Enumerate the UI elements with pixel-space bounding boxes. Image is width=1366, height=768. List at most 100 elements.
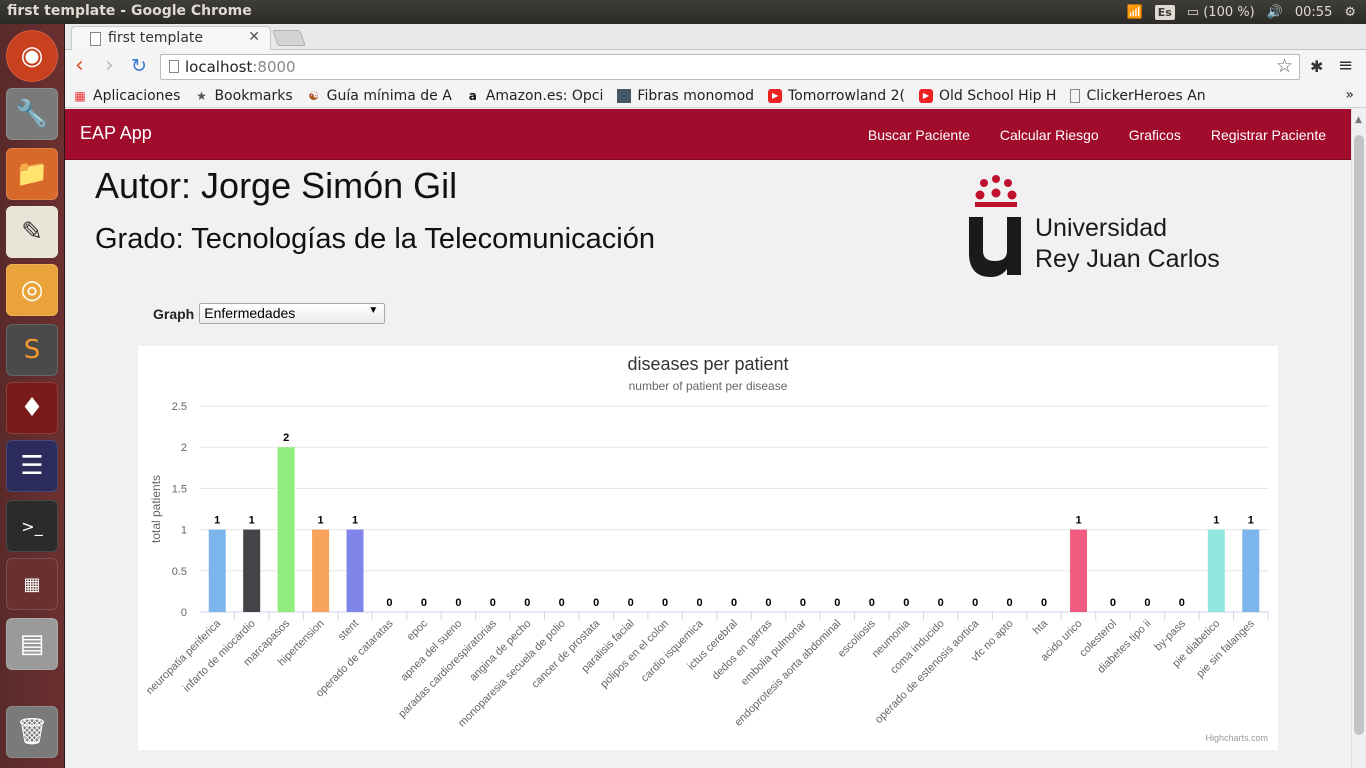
close-icon[interactable]: ✕ <box>248 29 260 45</box>
ubuntu-dash-icon[interactable]: ◉ <box>6 30 58 82</box>
battery-indicator[interactable]: ▭ (100 %) <box>1187 5 1255 20</box>
data-label: 0 <box>524 597 530 609</box>
terminal-icon[interactable]: >_ <box>6 500 58 552</box>
bookmark-item[interactable]: ▶ Old School Hip H <box>919 88 1056 104</box>
wifi-icon[interactable]: 📶 <box>1127 5 1143 20</box>
bookmark-label: Guía mínima de A <box>326 87 452 104</box>
gear-icon[interactable]: ⚙ <box>1344 5 1356 20</box>
nav-graficos[interactable]: Graficos <box>1114 127 1196 143</box>
data-label: 0 <box>903 597 909 609</box>
bookmarks-overflow-button[interactable]: » <box>1345 87 1354 103</box>
scrollbar-thumb[interactable] <box>1354 135 1364 735</box>
data-label: 0 <box>1110 597 1116 609</box>
bookmark-item[interactable]: ☯ Guía mínima de A <box>307 88 452 104</box>
url-host: localhost <box>185 58 253 76</box>
data-label: 1 <box>1248 515 1254 527</box>
chart-credits: Highcharts.com <box>1205 733 1268 743</box>
tab-title: first template <box>108 30 204 46</box>
y-tick-label: 2.5 <box>172 401 187 413</box>
ruby-app-icon[interactable]: ♦ <box>6 382 58 434</box>
system-settings-icon[interactable]: 🔧 <box>6 88 58 140</box>
nav-buscar-paciente[interactable]: Buscar Paciente <box>853 127 985 143</box>
eclipse-icon[interactable]: ☰ <box>6 440 58 492</box>
os-top-panel: first template - Google Chrome 📶 Es ▭ (1… <box>0 0 1366 24</box>
scroll-up-arrow-icon[interactable]: ▲ <box>1355 115 1362 125</box>
data-label: 0 <box>869 597 875 609</box>
image-site-icon <box>617 88 632 103</box>
graph-type-select[interactable]: Enfermedades ▼ <box>199 303 386 324</box>
text-editor-icon[interactable]: ✎ <box>6 206 58 258</box>
data-label: 0 <box>938 597 944 609</box>
back-arrow-icon[interactable]: ‹ <box>75 54 84 78</box>
bookmark-item[interactable]: a Amazon.es: Opci <box>466 88 604 104</box>
youtube-icon: ▶ <box>919 88 933 103</box>
x-tick-label: cardio isquemica <box>639 617 706 684</box>
data-label: 1 <box>352 515 358 527</box>
hamburger-menu-icon[interactable]: ≡ <box>1338 55 1353 76</box>
bar-chart: diseases per patient number of patient pe… <box>144 354 1269 743</box>
sublime-text-icon[interactable]: S <box>6 324 58 376</box>
files-folder-icon[interactable]: 📁 <box>6 148 58 200</box>
bar <box>346 529 364 612</box>
y-tick-label: 2 <box>181 442 187 454</box>
y-tick-label: 1.5 <box>172 483 187 495</box>
battery-icon: ▭ <box>1186 4 1200 20</box>
bar <box>1242 529 1260 612</box>
bookmark-item[interactable]: ★ Bookmarks <box>194 88 293 104</box>
volume-icon[interactable]: 🔊 <box>1267 5 1283 20</box>
disk-drive-icon[interactable]: ▤ <box>6 618 58 670</box>
data-label: 0 <box>696 597 702 609</box>
page-icon <box>169 60 179 73</box>
data-label: 0 <box>593 597 599 609</box>
bookmark-item[interactable]: Fibras monomod <box>617 88 754 104</box>
bookmark-item[interactable]: ▦ Aplicaciones <box>73 88 180 104</box>
x-tick-label: apnea del sueno <box>398 618 464 684</box>
bookmark-item[interactable]: ▶ Tomorrowland 2( <box>768 88 905 104</box>
reload-icon[interactable]: ↻ <box>131 54 147 78</box>
workspace-switcher-icon[interactable]: ▦ <box>6 558 58 610</box>
nav-calcular-riesgo[interactable]: Calcular Riesgo <box>985 127 1114 143</box>
data-label: 0 <box>628 597 634 609</box>
new-tab-button[interactable] <box>272 30 306 46</box>
chrome-icon[interactable]: ◎ <box>6 264 58 316</box>
bookmark-item[interactable]: ClickerHeroes An <box>1070 88 1206 104</box>
browser-window: first template ✕ ‹ › ↻ localhost:8000 ☆ … <box>65 24 1366 768</box>
degree-heading: Grado: Tecnologías de la Telecomunicació… <box>95 223 655 255</box>
clock[interactable]: 00:55 <box>1295 5 1332 20</box>
chart-container: diseases per patient number of patient pe… <box>138 346 1278 750</box>
bar <box>312 529 330 612</box>
bookmark-label: Amazon.es: Opci <box>485 87 604 104</box>
x-tick-label: dedos en garras <box>710 617 775 682</box>
bookmark-label: Fibras monomod <box>637 87 755 104</box>
data-label: 2 <box>283 432 289 444</box>
nav-registrar-paciente[interactable]: Registrar Paciente <box>1196 127 1341 143</box>
caret-down-icon: ▼ <box>368 305 379 316</box>
bookmark-star-icon[interactable]: ☆ <box>1276 55 1293 77</box>
app-brand[interactable]: EAP App <box>80 123 152 144</box>
keyboard-layout-indicator[interactable]: Es <box>1154 4 1175 20</box>
battery-percentage: (100 %) <box>1203 4 1255 20</box>
bar <box>243 529 261 612</box>
browser-toolbar: ‹ › ↻ localhost:8000 ☆ ✱ ≡ <box>65 50 1366 84</box>
bookmark-site-icon: ☯ <box>308 88 320 103</box>
trash-icon[interactable]: 🗑 <box>6 706 58 758</box>
bar <box>1207 529 1225 612</box>
chart-subtitle: number of patient per disease <box>629 379 788 393</box>
x-tick-label: epoc <box>405 617 431 643</box>
x-tick-label: angina de pecho <box>467 618 533 684</box>
author-heading: Autor: Jorge Simón Gil <box>95 165 458 206</box>
address-bar[interactable]: localhost:8000 ☆ <box>160 54 1300 80</box>
forward-arrow-icon[interactable]: › <box>105 54 114 78</box>
data-label: 0 <box>490 597 496 609</box>
data-label: 0 <box>1179 597 1185 609</box>
vertical-scrollbar[interactable]: ▲ <box>1351 109 1366 768</box>
bookmark-label: Tomorrowland 2( <box>788 87 905 104</box>
app-navbar: EAP App Buscar Paciente Calcular Riesgo … <box>65 109 1351 160</box>
logo-line-2: Rey Juan Carlos <box>1035 245 1220 273</box>
extension-bug-icon[interactable]: ✱ <box>1310 57 1323 76</box>
university-logo: Universidad Rey Juan Carlos <box>965 173 1225 283</box>
graph-selector-row: Graph Enfermedades ▼ <box>153 303 386 324</box>
star-icon: ★ <box>196 88 207 103</box>
browser-tab[interactable]: first template ✕ <box>71 26 271 50</box>
data-label: 0 <box>1144 597 1150 609</box>
